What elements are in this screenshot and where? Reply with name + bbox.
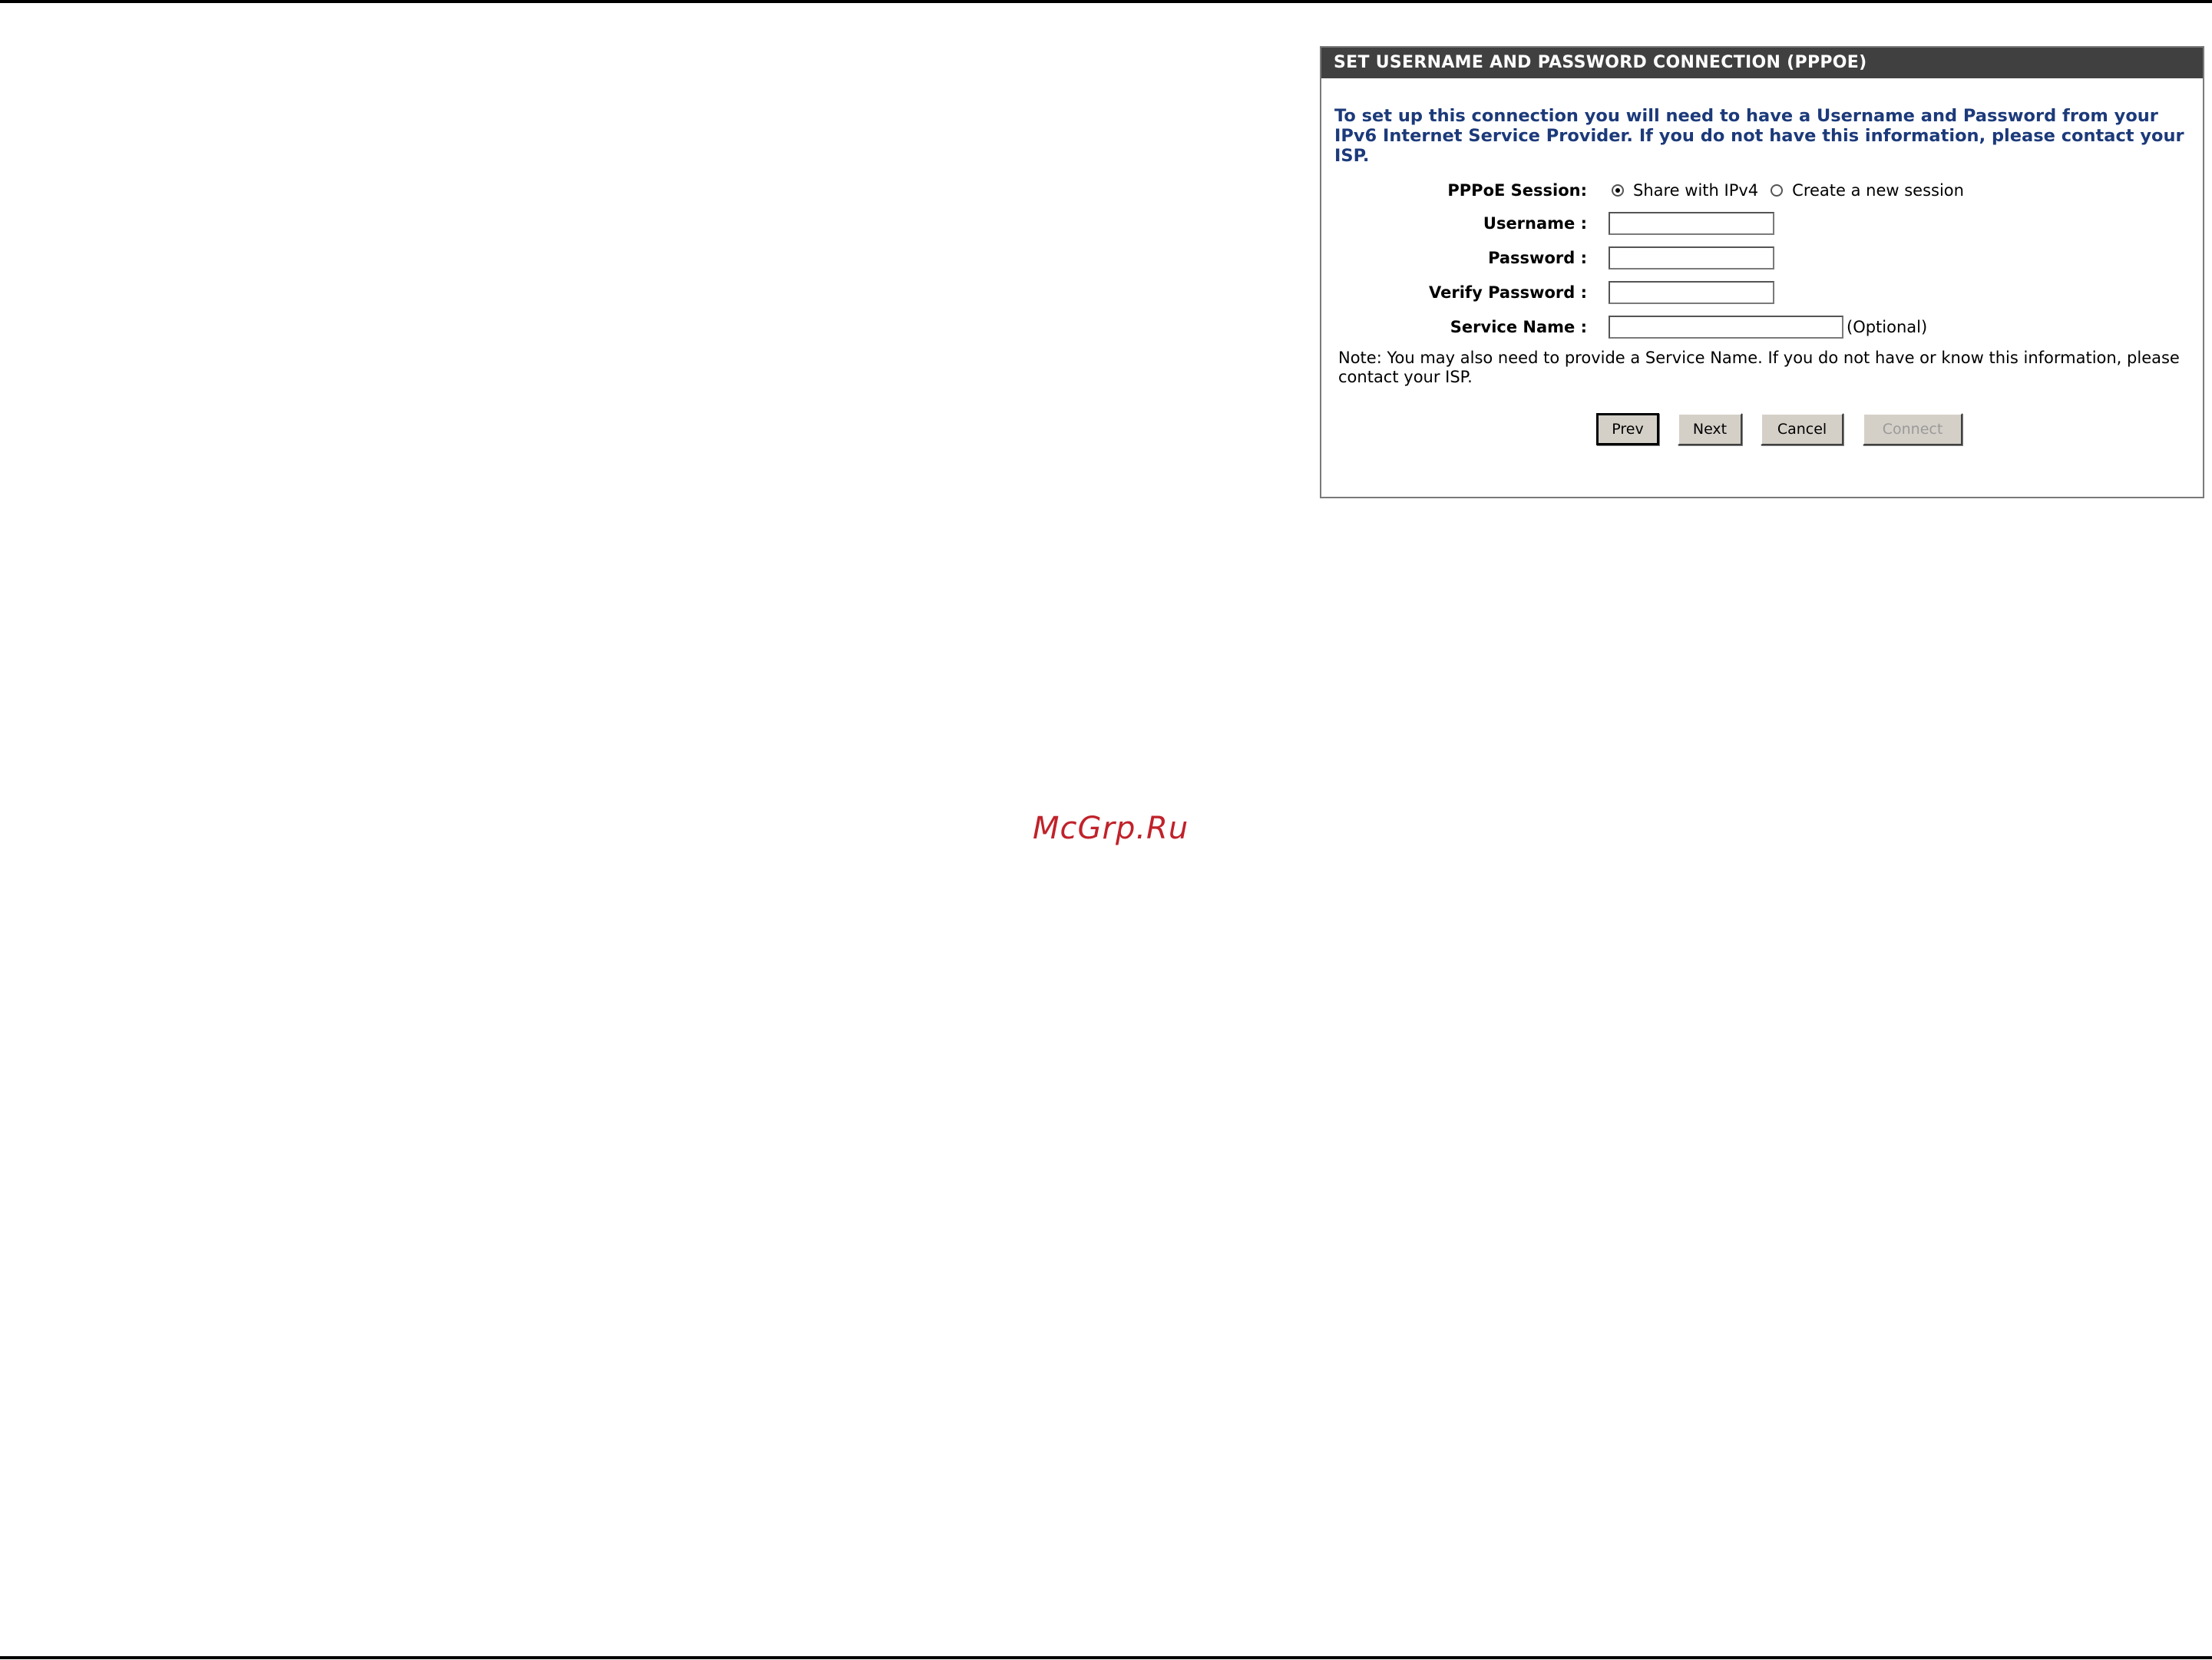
panel-title: SET USERNAME AND PASSWORD CONNECTION (PP… xyxy=(1321,48,2203,78)
verify-password-row: Verify Password : xyxy=(1321,279,2204,306)
intro-text: To set up this connection you will need … xyxy=(1334,106,2184,166)
pppoe-setup-panel: SET USERNAME AND PASSWORD CONNECTION (PP… xyxy=(1320,46,2204,498)
share-with-ipv4-label[interactable]: Share with IPv4 xyxy=(1633,181,1758,200)
top-rule xyxy=(0,0,2212,3)
cancel-button[interactable]: Cancel xyxy=(1761,413,1843,445)
connect-button[interactable]: Connect xyxy=(1863,413,1962,445)
service-name-label: Service Name : xyxy=(1450,318,1587,336)
bottom-rule xyxy=(0,1656,2212,1659)
service-name-note: Note: You may also need to provide a Ser… xyxy=(1338,349,2180,386)
create-new-session-label[interactable]: Create a new session xyxy=(1792,181,1964,200)
username-label: Username : xyxy=(1483,214,1587,233)
verify-password-input[interactable] xyxy=(1609,281,1774,304)
share-with-ipv4-radio[interactable] xyxy=(1612,184,1624,197)
password-row: Password : xyxy=(1321,244,2204,272)
create-new-session-radio[interactable] xyxy=(1771,184,1784,197)
password-input[interactable] xyxy=(1609,246,1774,270)
password-label: Password : xyxy=(1488,249,1587,267)
pppoe-session-label: PPPoE Session: xyxy=(1447,181,1587,200)
next-button[interactable]: Next xyxy=(1678,413,1742,445)
username-input[interactable] xyxy=(1609,212,1774,235)
pppoe-session-options: Share with IPv4 Create a new session xyxy=(1609,177,1973,204)
watermark: McGrp.Ru xyxy=(1033,811,1189,846)
service-name-optional-hint: (Optional) xyxy=(1847,318,1928,336)
prev-button[interactable]: Prev xyxy=(1596,413,1659,445)
username-row: Username : xyxy=(1321,210,2204,237)
service-name-row: Service Name : (Optional) xyxy=(1321,313,2204,341)
pppoe-session-row: PPPoE Session: Share with IPv4 Create a … xyxy=(1321,177,2204,204)
service-name-input[interactable] xyxy=(1609,316,1843,339)
verify-password-label: Verify Password : xyxy=(1429,283,1587,302)
